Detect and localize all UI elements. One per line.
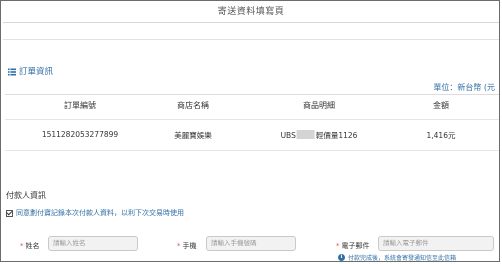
required-mark: *: [177, 242, 181, 250]
email-note: i 付款完成後，系統會寄發通知信至此信箱: [338, 253, 456, 262]
name-label: * 姓名: [20, 242, 40, 250]
column-header-amount: 金額: [433, 101, 449, 110]
cell-amount: 1,416元: [426, 131, 456, 140]
title-bar: 寄送資料填寫頁: [3, 3, 499, 23]
cell-order-no: 1511282053277899: [41, 130, 119, 139]
table-top-rule: [5, 94, 499, 95]
remember-payer-label: 同意劃付寶記錄本次付款人資料，以利下次交易時使用: [16, 209, 184, 217]
remember-payer-checkbox[interactable]: [6, 209, 13, 217]
phone-label: * 手機: [177, 242, 197, 250]
table-header-rule: [5, 119, 499, 120]
column-header-store: 商店名稱: [177, 101, 209, 110]
phone-input[interactable]: 請輸入手機號碼: [206, 236, 296, 251]
email-note-text: 付款完成後，系統會寄發通知信至此信箱: [348, 255, 457, 262]
table-bottom-rule: [5, 150, 499, 151]
page-title: 寄送資料填寫頁: [217, 7, 285, 17]
required-mark: *: [20, 242, 24, 250]
cell-store: 美麗寶娛樂: [174, 131, 212, 140]
redaction-block: [296, 130, 315, 139]
page-frame: 寄送資料填寫頁 訂單資訊 單位：新台幣 (元 訂單編號 商店名稱 商品明細 金額…: [0, 0, 500, 262]
divider: [3, 39, 499, 40]
cell-item-suffix: 輕價量1126: [315, 131, 358, 140]
email-label: * 電子郵件: [336, 242, 370, 250]
remember-payer-option[interactable]: 同意劃付寶記錄本次付款人資料，以利下次交易時使用: [6, 208, 184, 218]
email-input[interactable]: 請輸入電子郵件: [378, 236, 494, 251]
order-section-heading: 訂單資訊: [8, 66, 53, 78]
payer-section-title: 付款人資訊: [6, 191, 46, 200]
column-header-order-no: 訂單編號: [64, 101, 96, 110]
currency-unit: 單位：新台幣 (元: [433, 83, 495, 92]
info-icon: i: [338, 254, 345, 261]
order-section-title: 訂單資訊: [19, 67, 54, 77]
cell-item: UBS 輕價量1126: [280, 130, 358, 141]
cell-item-prefix: UBS: [280, 131, 296, 140]
required-mark: *: [336, 242, 340, 250]
name-input[interactable]: 請輸入姓名: [48, 236, 138, 251]
list-icon: [8, 68, 16, 76]
column-header-item: 商品明細: [303, 101, 335, 110]
